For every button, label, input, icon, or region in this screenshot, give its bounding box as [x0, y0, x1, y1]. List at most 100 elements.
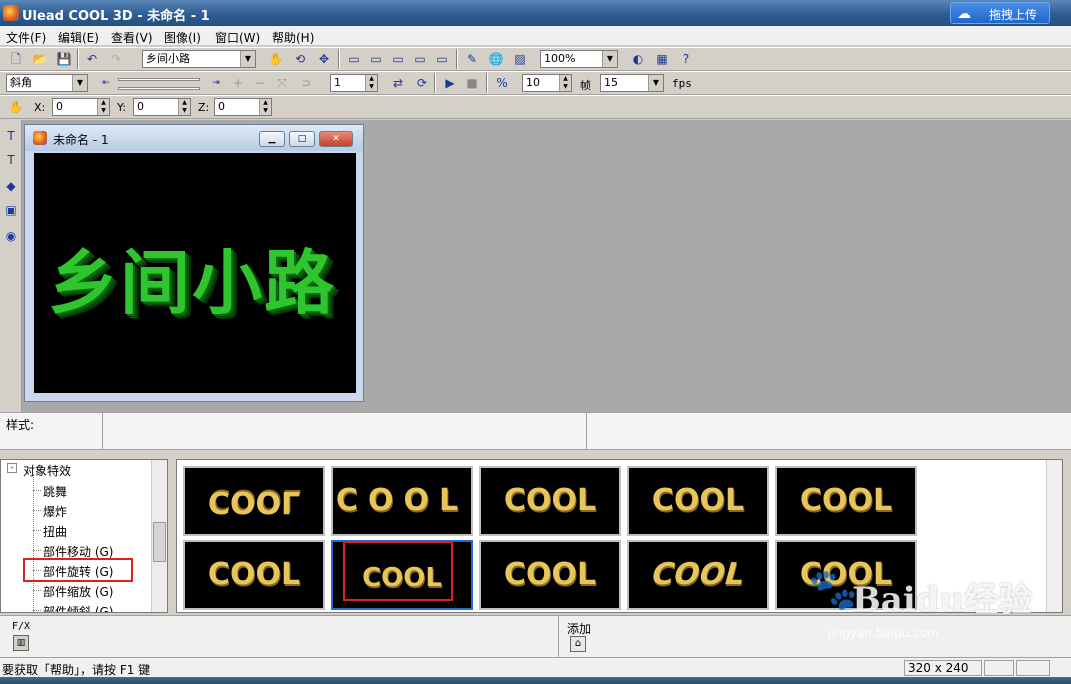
gallery-thumb[interactable]: COOL: [183, 540, 325, 610]
tree-item-explode[interactable]: 爆炸: [43, 503, 67, 520]
select-object-icon[interactable]: ▣: [1, 200, 21, 220]
refresh-icon[interactable]: ⟳: [412, 73, 432, 93]
app-icon: [3, 5, 19, 21]
thumb-label: COOL: [651, 483, 745, 518]
fx-label: F/X: [12, 621, 31, 632]
keyframe-prev-icon[interactable]: ⇤: [96, 73, 116, 93]
status-cell-empty: [1016, 660, 1050, 676]
menu-edit[interactable]: 编辑(E): [58, 29, 99, 46]
gallery-thumb[interactable]: COOL: [183, 466, 325, 536]
percent-icon[interactable]: %: [492, 73, 512, 93]
palette-icon[interactable]: ▦: [652, 49, 672, 69]
keyframe-next-icon[interactable]: ⇥: [206, 73, 226, 93]
z-value: 0: [218, 100, 225, 113]
bevel-value: 斜角: [10, 76, 32, 89]
menu-help[interactable]: 帮助(H): [272, 29, 314, 46]
z-spinner[interactable]: 0 ▲ ▼: [214, 98, 272, 116]
object-manager-icon[interactable]: ◉: [1, 226, 21, 246]
redo-icon[interactable]: ↷: [106, 49, 126, 69]
view-front-icon[interactable]: ▭: [344, 49, 364, 69]
add-icon[interactable]: ⌂: [570, 636, 586, 652]
bevel-select[interactable]: 斜角 ▼: [6, 74, 88, 92]
help-pointer-icon[interactable]: ?: [676, 49, 696, 69]
status-message: 要获取「帮助」，请按 F1 键: [2, 663, 151, 677]
selection-highlight: [343, 541, 453, 601]
globe-icon[interactable]: 🌐: [486, 49, 506, 69]
gallery-thumb[interactable]: COOL: [479, 466, 621, 536]
keyframe-tool-icon[interactable]: ⤧: [272, 73, 292, 93]
view-top-icon[interactable]: ▭: [366, 49, 386, 69]
frames-label: 帧: [580, 79, 591, 92]
effects-tree: - 对象特效 跳舞 爆炸 扭曲 部件移动 (G) 部件旋转 (G) 部件缩放 (…: [0, 459, 168, 613]
tree-item-part-skew[interactable]: 部件倾斜 (G): [43, 603, 113, 612]
menu-file[interactable]: 文件(F): [6, 29, 46, 46]
zoom-select[interactable]: 100% ▼: [540, 50, 618, 68]
close-button[interactable]: ✕: [319, 131, 353, 147]
edit-text-icon[interactable]: T: [1, 150, 21, 170]
render-icon[interactable]: ◐: [628, 49, 648, 69]
view-side-icon[interactable]: ▭: [388, 49, 408, 69]
thumb-label: COOL: [799, 483, 893, 518]
remove-keyframe-icon[interactable]: −: [250, 73, 270, 93]
fps-select[interactable]: 15 ▼: [600, 74, 664, 92]
view-bottom-icon[interactable]: ▭: [432, 49, 452, 69]
tree-item-dance[interactable]: 跳舞: [43, 483, 67, 500]
move-tool-icon[interactable]: ✥: [314, 49, 334, 69]
light-icon[interactable]: ✎: [462, 49, 482, 69]
chart-icon[interactable]: ▨: [510, 49, 530, 69]
frame-value: 1: [334, 76, 341, 89]
fx-icon[interactable]: ▥: [13, 635, 29, 651]
timeline-slider-lower[interactable]: [118, 87, 200, 90]
tree-collapse-toggle[interactable]: -: [7, 463, 17, 473]
insert-text-icon[interactable]: T: [1, 126, 21, 146]
tree-root-object-effects[interactable]: 对象特效: [23, 462, 71, 479]
left-toolbar: T T ◆ ▣ ◉: [0, 120, 22, 412]
upload-label: 拖拽上传: [989, 8, 1038, 22]
new-file-icon[interactable]: 🗋: [6, 49, 26, 69]
loop-icon[interactable]: ⇄: [388, 73, 408, 93]
add-keyframe-icon[interactable]: +: [228, 73, 248, 93]
gallery-thumb[interactable]: COOL: [627, 466, 769, 536]
save-icon[interactable]: 💾: [54, 49, 74, 69]
x-value: 0: [56, 100, 63, 113]
gallery-thumb[interactable]: COOL: [331, 466, 473, 536]
main-toolbar: 🗋 📂 💾 ↶ ↷ 乡间小路 ▼ ✋ ⟲ ✥ ▭ ▭ ▭ ▭ ▭ ✎ 🌐 ▨ 1…: [0, 47, 1071, 71]
tree-item-twist[interactable]: 扭曲: [43, 523, 67, 540]
view-back-icon[interactable]: ▭: [410, 49, 430, 69]
position-tool-icon[interactable]: ✋: [6, 97, 26, 117]
rotate-tool-icon[interactable]: ⟲: [290, 49, 310, 69]
window-title: Ulead COOL 3D - 未命名 - 1: [22, 9, 210, 24]
frames-count-spinner[interactable]: 10 ▲ ▼: [522, 74, 572, 92]
gallery-scrollbar[interactable]: [1046, 460, 1062, 612]
frame-spinner[interactable]: 1 ▲ ▼: [330, 74, 378, 92]
open-folder-icon[interactable]: 📂: [30, 49, 50, 69]
gallery-thumb[interactable]: COOL: [775, 466, 917, 536]
menu-image[interactable]: 图像(I): [164, 29, 201, 46]
text-object-select[interactable]: 乡间小路 ▼: [142, 50, 256, 68]
paw-icon: 🐾: [808, 567, 858, 613]
play-icon[interactable]: ▶: [440, 73, 460, 93]
tree-scrollbar[interactable]: [151, 460, 167, 612]
maximize-button[interactable]: □: [289, 131, 315, 147]
watermark-site: jingyan.baidu.com: [828, 626, 939, 640]
render-canvas[interactable]: 乡间小路: [34, 153, 356, 393]
reverse-icon[interactable]: ⊃: [296, 73, 316, 93]
gallery-thumb[interactable]: COOL: [479, 540, 621, 610]
insert-geometry-icon[interactable]: ◆: [1, 176, 21, 196]
x-label: X:: [34, 101, 46, 114]
menu-window[interactable]: 窗口(W): [215, 29, 260, 46]
timeline-slider[interactable]: [118, 78, 200, 81]
document-title-bar[interactable]: 未命名 - 1 ▁ □ ✕: [25, 125, 363, 151]
stop-icon[interactable]: ■: [462, 73, 482, 93]
scroll-thumb[interactable]: [153, 522, 166, 562]
minimize-button[interactable]: ▁: [259, 131, 285, 147]
tree-item-part-scale[interactable]: 部件缩放 (G): [43, 583, 113, 600]
upload-button[interactable]: ☁ 拖拽上传: [950, 2, 1050, 24]
x-spinner[interactable]: 0 ▲ ▼: [52, 98, 110, 116]
hand-tool-icon[interactable]: ✋: [266, 49, 286, 69]
menu-view[interactable]: 查看(V): [111, 29, 153, 46]
gallery-thumb[interactable]: COOL: [627, 540, 769, 610]
undo-icon[interactable]: ↶: [82, 49, 102, 69]
y-spinner[interactable]: 0 ▲ ▼: [133, 98, 191, 116]
cloud-icon: ☁: [957, 6, 971, 22]
